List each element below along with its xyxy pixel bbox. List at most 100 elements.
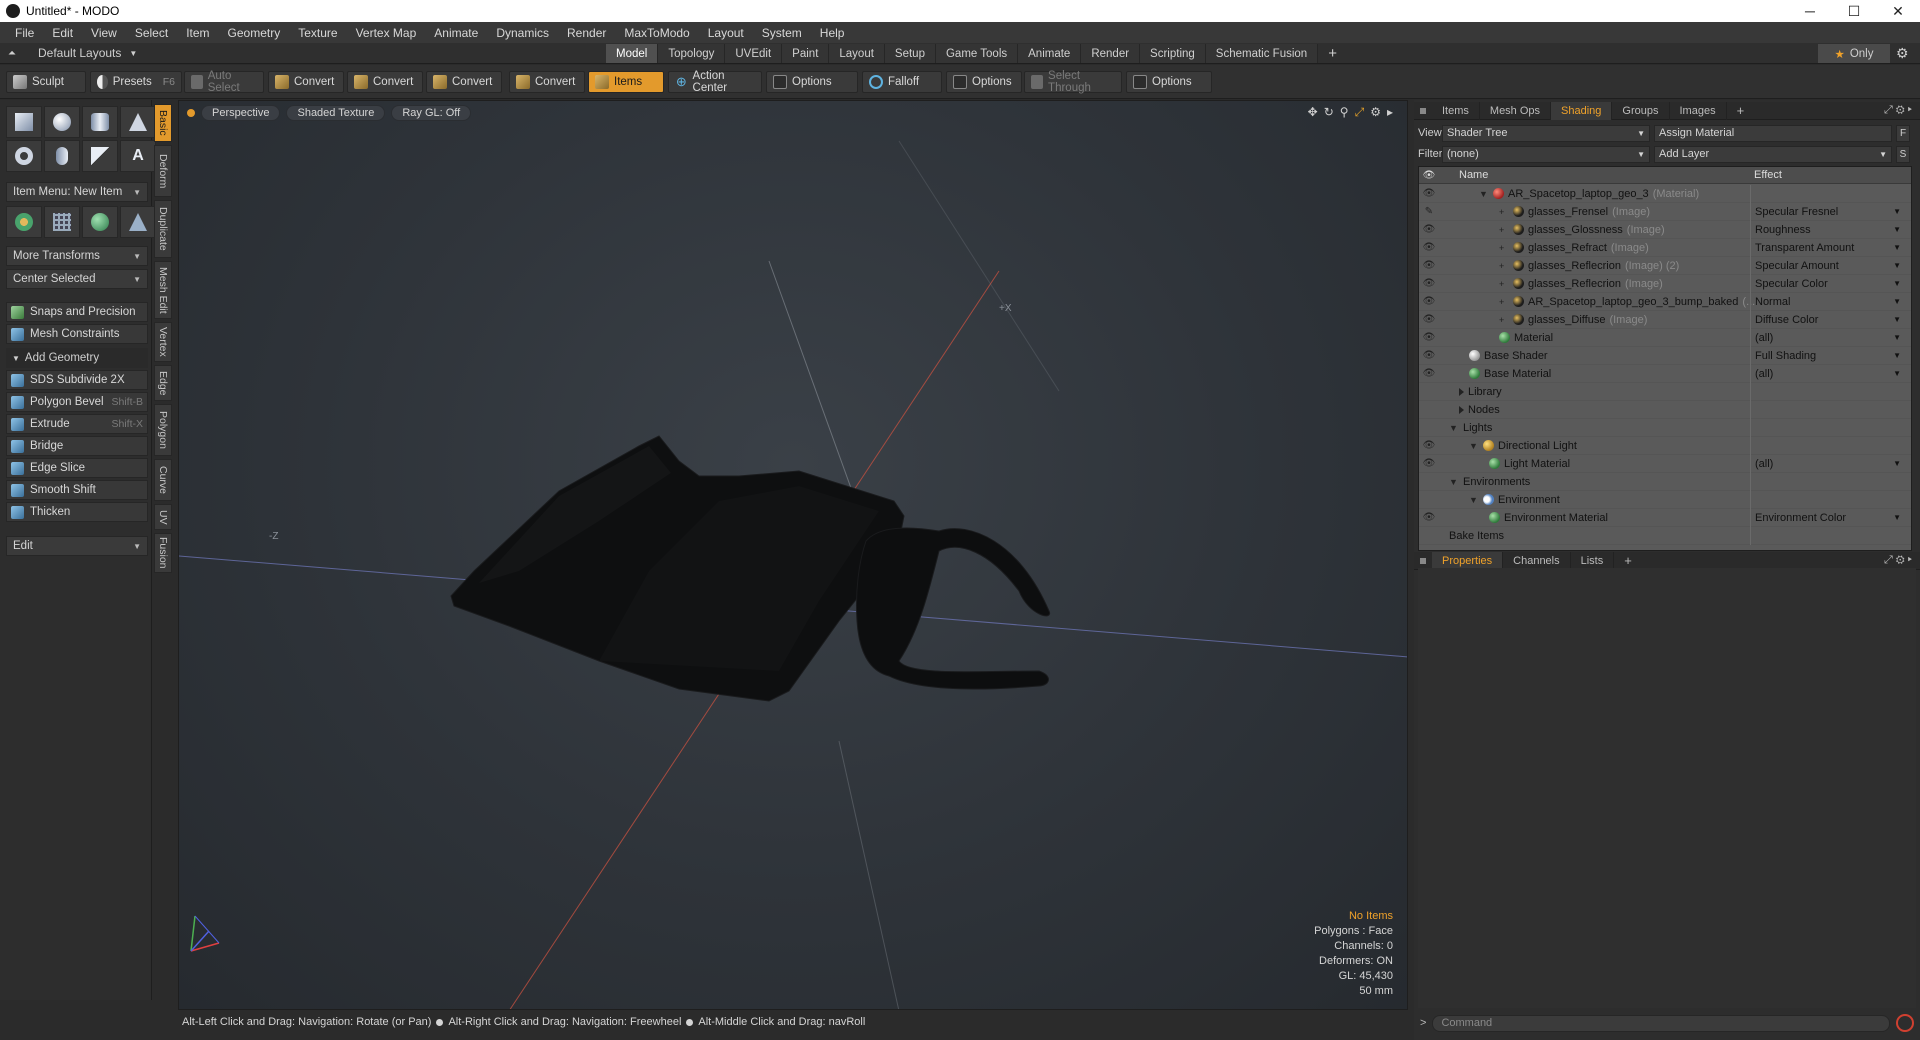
tree-item-effect[interactable]: Transparent Amount ▼ (1750, 238, 1905, 257)
menu-help[interactable]: Help (811, 26, 854, 40)
cone-primitive-button[interactable] (120, 106, 156, 138)
grid-mesh-button[interactable] (44, 206, 80, 238)
menu-texture[interactable]: Texture (289, 26, 346, 40)
name-column-header[interactable]: Name (1459, 169, 1488, 181)
eye-icon[interactable]: 👁 (1419, 332, 1439, 343)
shader-tree-row[interactable]: 👁 + glasses_Glossness (Image) Roughness ▼ (1419, 220, 1911, 239)
shader-tree-row[interactable]: Bake Items (1419, 526, 1911, 545)
camera-button[interactable] (120, 206, 156, 238)
shader-tree-row[interactable]: ▼ Lights (1419, 418, 1911, 437)
tree-item-effect[interactable]: Diffuse Color ▼ (1750, 310, 1905, 329)
layout-tab-layout[interactable]: Layout (829, 44, 885, 63)
layout-tab-scripting[interactable]: Scripting (1140, 44, 1206, 63)
tree-item-effect[interactable]: Environment Color ▼ (1750, 508, 1905, 527)
collapse-arrow-icon[interactable]: ▼ (1469, 495, 1479, 505)
expand-plus-icon[interactable]: + (1499, 207, 1509, 217)
shader-tree-row[interactable]: 👁 Base Material (all) ▼ (1419, 364, 1911, 383)
panel-menu-dot[interactable] (1420, 107, 1426, 114)
eye-icon[interactable]: 👁 (1419, 512, 1439, 523)
side-tab-vertex[interactable]: Vertex (154, 322, 172, 362)
side-tab-polygon[interactable]: Polygon (154, 404, 172, 456)
collapse-arrow-icon[interactable]: ▼ (1469, 441, 1479, 451)
convert-materials-button[interactable]: Convert (509, 71, 585, 93)
shading-dropdown[interactable]: Shaded Texture (286, 105, 386, 121)
item-menu-dropdown[interactable]: Item Menu: New Item ▼ (6, 182, 148, 202)
expand-plus-icon[interactable]: + (1499, 297, 1509, 307)
shader-tree-row[interactable]: 👁 ▼ AR_Spacetop_laptop_geo_3 (Material) (1419, 184, 1911, 203)
view-dropdown[interactable]: Shader Tree ▼ (1442, 124, 1650, 142)
tree-item-effect[interactable]: Specular Amount ▼ (1750, 256, 1905, 275)
collapse-arrow-icon[interactable]: ▼ (1449, 423, 1459, 433)
shader-tree-row[interactable]: ▼ Environments (1419, 472, 1911, 491)
add-tab-button[interactable]: + (1614, 552, 1642, 570)
shader-tree-row[interactable]: Library (1419, 382, 1911, 401)
eye-icon[interactable]: 👁 (1419, 440, 1439, 451)
tree-item-effect[interactable]: (all) ▼ (1750, 328, 1905, 347)
layout-tab-setup[interactable]: Setup (884, 44, 936, 63)
eye-icon[interactable]: 👁 (1419, 188, 1439, 199)
collapse-arrow-icon[interactable]: ▼ (1479, 189, 1489, 199)
rotate-icon[interactable]: ↻ (1324, 105, 1334, 120)
locator-button[interactable] (6, 206, 42, 238)
mesh-constraints-button[interactable]: Mesh Constraints (6, 324, 148, 344)
tool-bridge-button[interactable]: Bridge (6, 436, 148, 456)
text-tool-button[interactable]: A (120, 140, 156, 172)
menu-dynamics[interactable]: Dynamics (487, 26, 558, 40)
shader-tree-row[interactable]: 👁 ▼ Directional Light (1419, 436, 1911, 455)
auto-select-button[interactable]: Auto Select (184, 70, 264, 94)
side-tab-curve[interactable]: Curve (154, 459, 172, 501)
shader-tree-row[interactable]: 👁 Base Shader Full Shading ▼ (1419, 346, 1911, 365)
convert-vertices-button[interactable]: Convert (268, 71, 344, 93)
menu-item[interactable]: Item (177, 26, 218, 40)
properties-panel-tab-properties[interactable]: Properties (1432, 551, 1504, 570)
eye-icon[interactable]: 👁 (1419, 278, 1439, 289)
menu-system[interactable]: System (753, 26, 811, 40)
capsule-primitive-button[interactable] (44, 140, 80, 172)
assign-material-button[interactable]: F (1896, 124, 1910, 142)
items-mode-button[interactable]: Items (588, 71, 664, 93)
convert-polygons-button[interactable]: Convert (426, 71, 502, 93)
convert-edges-button[interactable]: Convert (347, 71, 423, 93)
viewport-menu-dot[interactable] (187, 109, 195, 117)
side-tab-edge[interactable]: Edge (154, 365, 172, 401)
default-layouts-dropdown[interactable]: ⏶ Default Layouts ▼ (8, 46, 137, 60)
more-transforms-dropdown[interactable]: More Transforms ▼ (6, 246, 148, 266)
menu-maxtomodo[interactable]: MaxToModo (615, 26, 698, 40)
side-tab-deform[interactable]: Deform (154, 145, 172, 197)
close-button[interactable]: ✕ (1876, 0, 1920, 22)
tool-extrude-button[interactable]: Extrude Shift-X (6, 414, 148, 434)
eye-icon[interactable]: 👁 (1419, 350, 1439, 361)
maximize-button[interactable]: ☐ (1832, 0, 1876, 22)
eye-icon[interactable]: 👁 (1419, 368, 1439, 379)
shader-tree-row[interactable]: 👁 + glasses_Reflecrion (Image) Specular Colo… (1419, 274, 1911, 293)
eye-icon[interactable]: 👁 (1419, 458, 1439, 469)
eye-icon[interactable]: 👁 (1419, 224, 1439, 235)
layout-tab-schematic-fusion[interactable]: Schematic Fusion (1205, 44, 1319, 63)
filter-dropdown[interactable]: (none) ▼ (1442, 145, 1650, 163)
minimize-button[interactable]: ─ (1788, 0, 1832, 22)
menu-select[interactable]: Select (126, 26, 177, 40)
tree-item-effect[interactable]: Specular Fresnel ▼ (1750, 202, 1905, 221)
tool-thicken-button[interactable]: Thicken (6, 502, 148, 522)
menu-render[interactable]: Render (558, 26, 615, 40)
tool-polygon-bevel-button[interactable]: Polygon Bevel Shift-B (6, 392, 148, 412)
shader-tree-row[interactable]: 👁 + glasses_Reflecrion (Image) (2) Specular … (1419, 256, 1911, 275)
layout-tab-paint[interactable]: Paint (782, 44, 830, 63)
menu-vertex-map[interactable]: Vertex Map (347, 26, 426, 40)
paint-brush-icon[interactable]: ✎ (1419, 206, 1439, 217)
cylinder-primitive-button[interactable] (82, 106, 118, 138)
tool-edge-slice-button[interactable]: Edge Slice (6, 458, 148, 478)
expand-plus-icon[interactable]: + (1499, 225, 1509, 235)
select-through-button[interactable]: Select Through (1024, 70, 1122, 94)
eye-icon[interactable]: 👁 (1419, 260, 1439, 271)
shading-panel-tab-images[interactable]: Images (1670, 101, 1727, 120)
eye-icon[interactable]: 👁 (1419, 242, 1439, 253)
tree-item-effect[interactable]: (all) ▼ (1750, 364, 1905, 383)
command-input[interactable]: Command (1432, 1014, 1890, 1032)
viewport-gear-icon[interactable]: ⚙ (1370, 105, 1381, 120)
shading-panel-tab-groups[interactable]: Groups (1612, 101, 1670, 120)
shader-tree-row[interactable]: 👁 + glasses_Diffuse (Image) Diffuse Color ▼ (1419, 310, 1911, 329)
add-layer-button[interactable]: S (1896, 145, 1910, 163)
eye-icon[interactable]: 👁 (1419, 314, 1439, 325)
shader-tree-row[interactable]: ▼ Environment (1419, 490, 1911, 509)
